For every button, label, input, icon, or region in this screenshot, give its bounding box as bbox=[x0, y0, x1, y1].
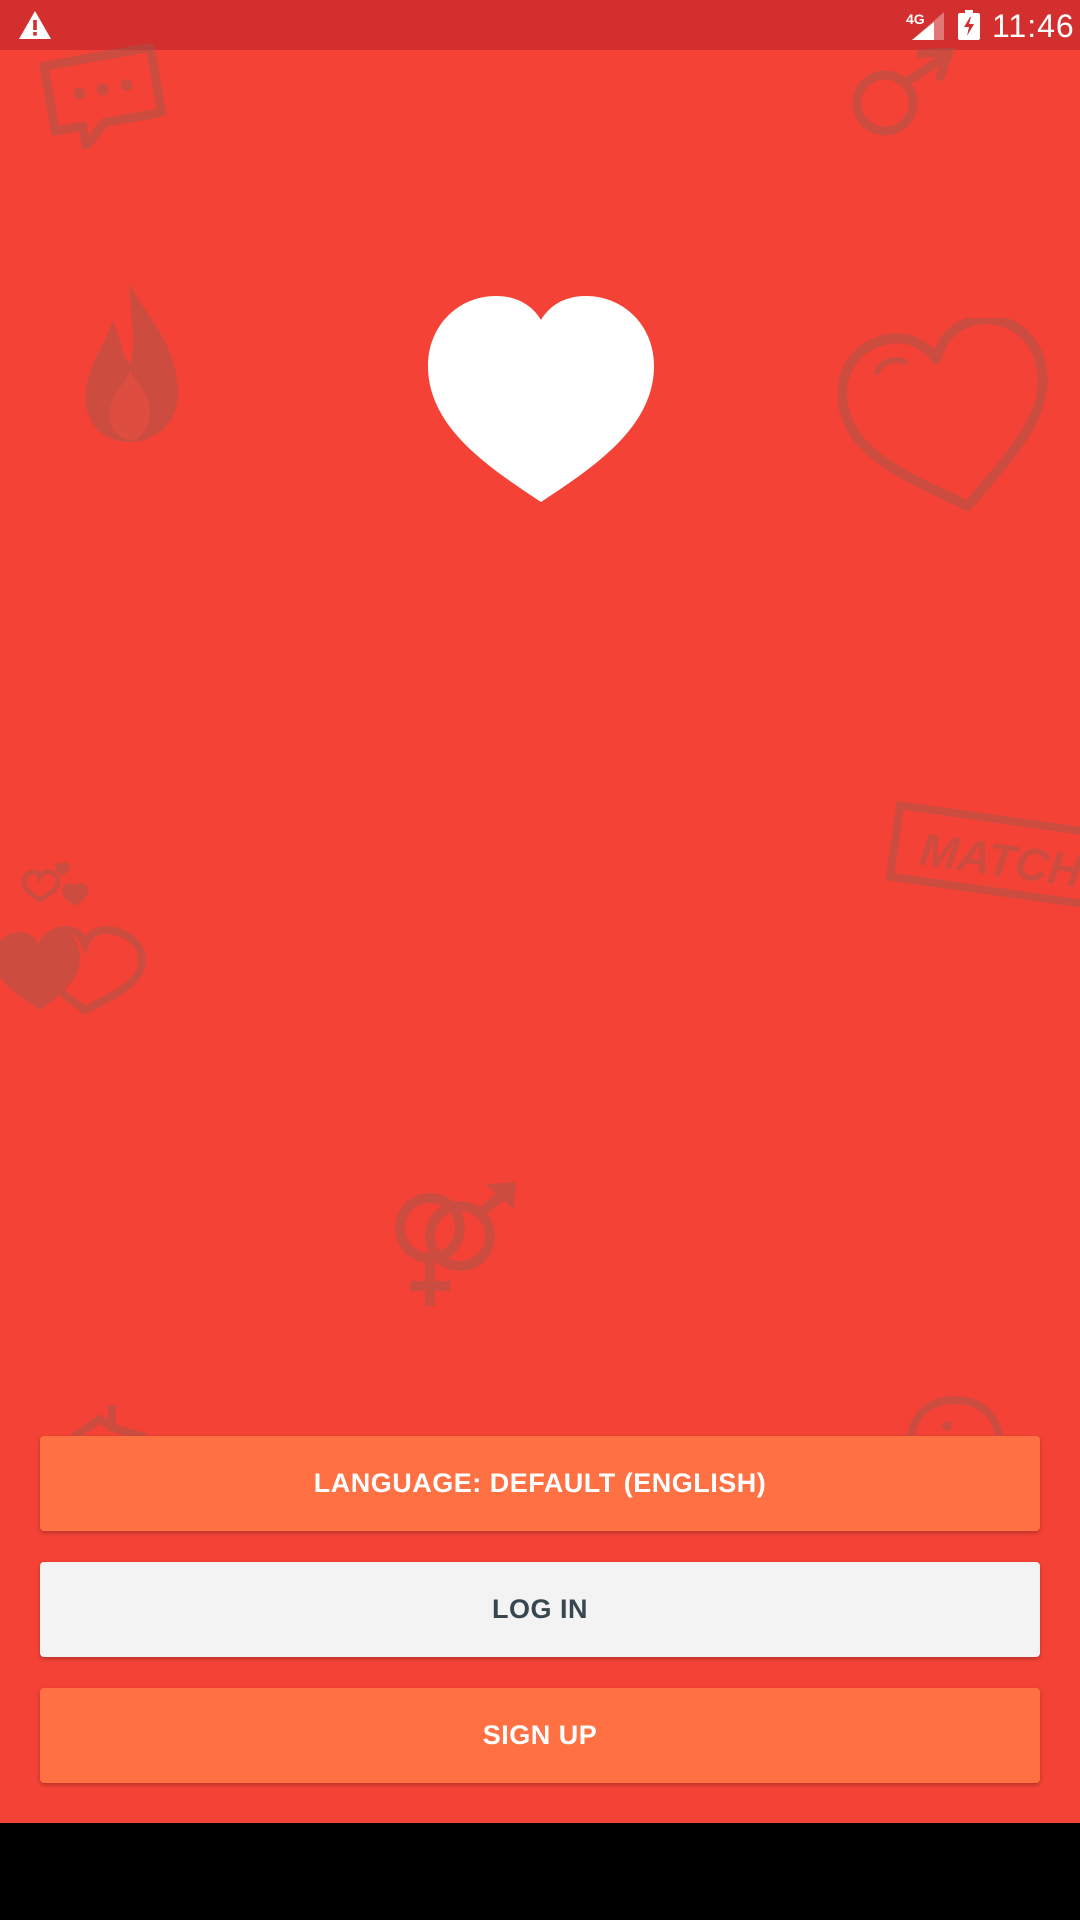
signal-icon bbox=[912, 12, 944, 40]
hearts-cluster-icon bbox=[0, 862, 147, 1015]
gender-symbols-icon bbox=[395, 1182, 516, 1306]
welcome-screen: 4G 11:46 MATCH LANGUAGE: DEFAULT (ENGLIS… bbox=[0, 0, 1080, 1823]
partial-deco-left-icon bbox=[71, 1405, 148, 1437]
match-stamp-icon: MATCH bbox=[885, 800, 1080, 910]
outline-heart-icon bbox=[838, 318, 1048, 512]
status-bar: 4G 11:46 bbox=[0, 0, 1080, 50]
partial-deco-right-icon bbox=[907, 1396, 1003, 1436]
language-button[interactable]: LANGUAGE: DEFAULT (ENGLISH) bbox=[40, 1436, 1040, 1531]
sign-up-button[interactable]: SIGN UP bbox=[40, 1688, 1040, 1783]
warning-icon bbox=[19, 11, 51, 39]
chat-bubble-icon bbox=[39, 44, 167, 149]
navigation-bar bbox=[0, 1823, 1080, 1920]
male-symbol-icon bbox=[852, 48, 955, 136]
heart-icon bbox=[428, 296, 654, 502]
flame-icon bbox=[85, 284, 179, 442]
battery-charging-icon bbox=[958, 10, 980, 40]
status-time: 11:46 bbox=[992, 8, 1075, 44]
log-in-button[interactable]: LOG IN bbox=[40, 1562, 1040, 1657]
